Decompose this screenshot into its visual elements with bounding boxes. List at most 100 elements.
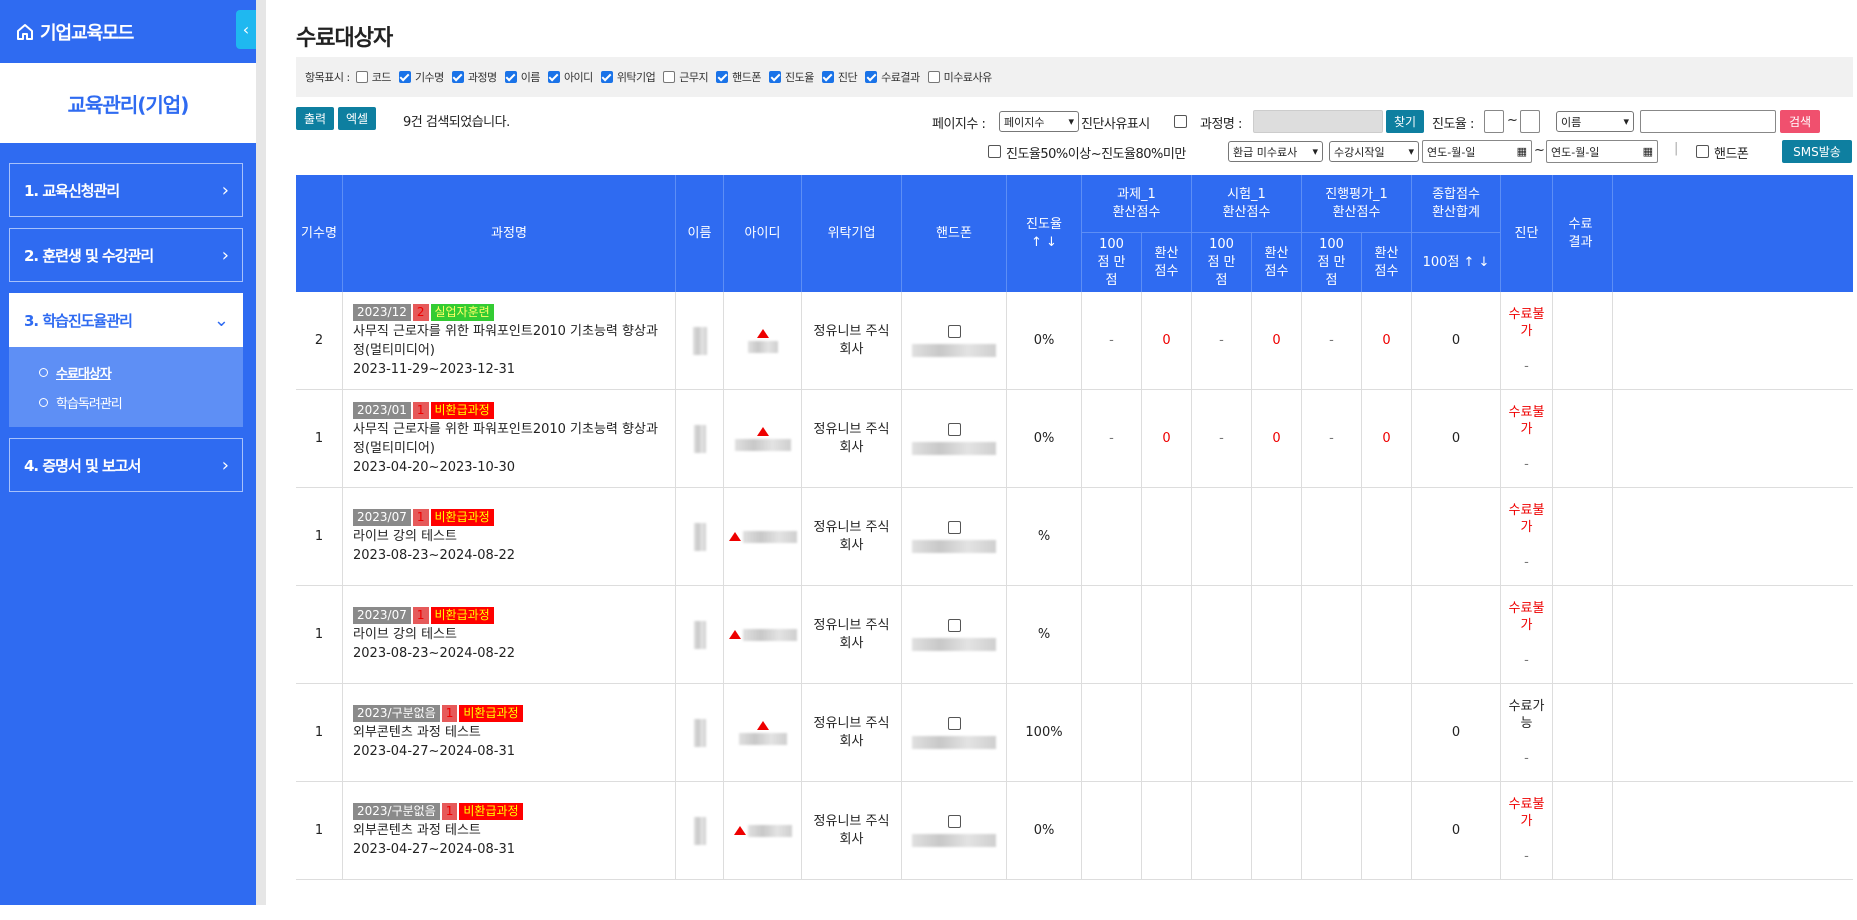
checkbox[interactable] xyxy=(865,71,878,83)
th-progress-sort[interactable]: 진도율 ↑ ↓ xyxy=(1007,175,1082,292)
phone-select-checkbox[interactable] xyxy=(947,716,961,730)
checkbox[interactable] xyxy=(821,71,834,83)
cell-id[interactable] xyxy=(724,782,802,879)
course-title[interactable]: 라이브 강의 테스트 xyxy=(353,527,668,546)
excel-button[interactable]: 엑셀 xyxy=(338,107,376,130)
checkbox[interactable] xyxy=(504,71,517,83)
phone-checkbox[interactable] xyxy=(1696,145,1709,158)
display-option-code[interactable]: 코드 xyxy=(354,69,391,85)
th-name: 이름 xyxy=(676,175,724,292)
cell-score xyxy=(1082,586,1142,683)
course-title[interactable]: 사무직 근로자를 위한 파워포인트2010 기초능력 향상과정(멀티미디어) xyxy=(353,322,668,360)
display-label: 항목표시 : xyxy=(305,71,350,84)
sidebar-item-certificates[interactable]: 4. 증명서 및 보고서 › xyxy=(9,438,243,492)
table-row: 2 2023/12 2 실업자훈련 사무직 근로자를 위한 파워포인트2010 기초능력… xyxy=(296,292,1853,390)
date-from-input[interactable]: 연도-월-일 ▦ xyxy=(1422,140,1532,163)
date-to-input[interactable]: 연도-월-일 ▦ xyxy=(1546,140,1658,163)
cell-result xyxy=(1553,488,1613,585)
display-option-reason[interactable]: 미수료사유 xyxy=(926,69,992,85)
cell-id[interactable] xyxy=(724,684,802,781)
submenu-item-completion-targets[interactable]: 수료대상자 xyxy=(39,357,243,387)
phone-select-checkbox[interactable] xyxy=(947,520,961,534)
progress-min-input[interactable] xyxy=(1484,110,1504,133)
course-title[interactable]: 라이브 강의 테스트 xyxy=(353,625,668,644)
sidebar-item-application[interactable]: 1. 교육신청관리 › xyxy=(9,163,243,217)
brand[interactable]: 기업교육모드 xyxy=(0,0,256,63)
print-button[interactable]: 출력 xyxy=(296,107,334,130)
checkbox[interactable] xyxy=(547,71,560,83)
circle-icon xyxy=(39,397,48,407)
result-count: 9건 검색되었습니다. xyxy=(403,115,510,130)
submenu-item-encouragement[interactable]: 학습독려관리 xyxy=(39,387,243,417)
total-value: 0 xyxy=(1451,725,1461,740)
checkbox[interactable] xyxy=(451,71,464,83)
checkbox[interactable] xyxy=(769,71,782,83)
refund-select[interactable]: 환급 미수료사 xyxy=(1228,141,1323,162)
course-title[interactable]: 외부콘텐츠 과정 테스트 xyxy=(353,723,668,742)
find-button[interactable]: 찾기 xyxy=(1386,110,1424,133)
range-filter-checkbox[interactable] xyxy=(988,145,1001,158)
cell-score: - xyxy=(1192,292,1252,389)
sms-send-button[interactable]: SMS발송 xyxy=(1782,140,1852,163)
chevron-down-icon: ⌄ xyxy=(213,309,229,331)
cell-id[interactable] xyxy=(724,488,802,585)
phone-select-checkbox[interactable] xyxy=(947,618,961,632)
cell-progress: 0% xyxy=(1007,390,1082,487)
checkbox[interactable] xyxy=(663,71,676,83)
diag-reason-checkbox[interactable] xyxy=(1174,115,1187,128)
checkbox[interactable] xyxy=(927,71,940,83)
sidebar-item-progress[interactable]: 3. 학습진도율관리 ⌄ xyxy=(9,293,243,347)
cell-id[interactable] xyxy=(724,390,802,487)
cell-score xyxy=(1302,782,1362,879)
page-count-select[interactable]: 페이지수 xyxy=(999,111,1079,132)
cell-score xyxy=(1362,586,1412,683)
cell-id[interactable] xyxy=(724,586,802,683)
progress-value: 0% xyxy=(1033,431,1055,446)
display-option-id[interactable]: 아이디 xyxy=(546,69,593,85)
diag-sub: - xyxy=(1524,457,1529,472)
cohort-value: 1 xyxy=(314,823,324,838)
cohort-value: 1 xyxy=(314,627,324,642)
collapse-sidebar-button[interactable]: ‹ xyxy=(236,10,256,49)
display-option-name[interactable]: 이름 xyxy=(503,69,540,85)
cell-diag: 수료가능 - xyxy=(1501,684,1553,781)
th-exam-conv: 환산 점수 xyxy=(1252,233,1302,292)
display-option-company[interactable]: 위탁기업 xyxy=(599,69,656,85)
cell-id[interactable] xyxy=(724,292,802,389)
display-option-phone[interactable]: 핸드폰 xyxy=(714,69,762,85)
search-input[interactable] xyxy=(1640,110,1776,133)
cell-total xyxy=(1412,586,1501,683)
display-option-workplace[interactable]: 근무지 xyxy=(661,69,709,85)
sidebar-scrollbar[interactable] xyxy=(256,0,266,905)
display-option-progress[interactable]: 진도율 xyxy=(767,69,814,85)
course-input[interactable] xyxy=(1253,110,1383,133)
checkbox[interactable] xyxy=(398,71,411,83)
display-option-result[interactable]: 수료결과 xyxy=(863,69,920,85)
display-option-cohort[interactable]: 기수명 xyxy=(397,69,444,85)
cell-company: 정유니브 주식회사 xyxy=(802,292,902,389)
diag-sub: - xyxy=(1524,849,1529,864)
sidebar-item-trainees[interactable]: 2. 훈련생 및 수강관리 › xyxy=(9,228,243,282)
display-option-diag[interactable]: 진단 xyxy=(820,69,858,85)
phone-select-checkbox[interactable] xyxy=(947,814,961,828)
date-type-select[interactable]: 수강시작일 xyxy=(1329,141,1419,162)
checkbox[interactable] xyxy=(716,71,729,83)
phone-select-checkbox[interactable] xyxy=(947,324,961,338)
diag-sub: - xyxy=(1524,653,1529,668)
progress-max-input[interactable] xyxy=(1520,110,1540,133)
cell-diag: 수료불가 - xyxy=(1501,782,1553,879)
th-total-sort[interactable]: 100점 ↑ ↓ xyxy=(1412,233,1501,292)
checkbox[interactable] xyxy=(355,71,368,83)
table-row: 1 2023/07 1 비환급과정 라이브 강의 테스트 2023-08-23~2024-… xyxy=(296,586,1853,684)
course-title[interactable]: 외부콘텐츠 과정 테스트 xyxy=(353,821,668,840)
cohort-tag: 2023/12 xyxy=(353,303,411,321)
search-button[interactable]: 검색 xyxy=(1780,110,1820,133)
range-filter-label: 진도율50%이상~진도율80%미만 xyxy=(1006,147,1186,162)
search-field-select[interactable]: 이름 xyxy=(1556,111,1634,132)
display-option-course[interactable]: 과정명 xyxy=(450,69,497,85)
checkbox[interactable] xyxy=(600,71,613,83)
course-title[interactable]: 사무직 근로자를 위한 파워포인트2010 기초능력 향상과정(멀티미디어) xyxy=(353,420,668,458)
submenu-label: 수료대상자 xyxy=(56,366,112,382)
phone-select-checkbox[interactable] xyxy=(947,422,961,436)
cell-score xyxy=(1142,782,1192,879)
